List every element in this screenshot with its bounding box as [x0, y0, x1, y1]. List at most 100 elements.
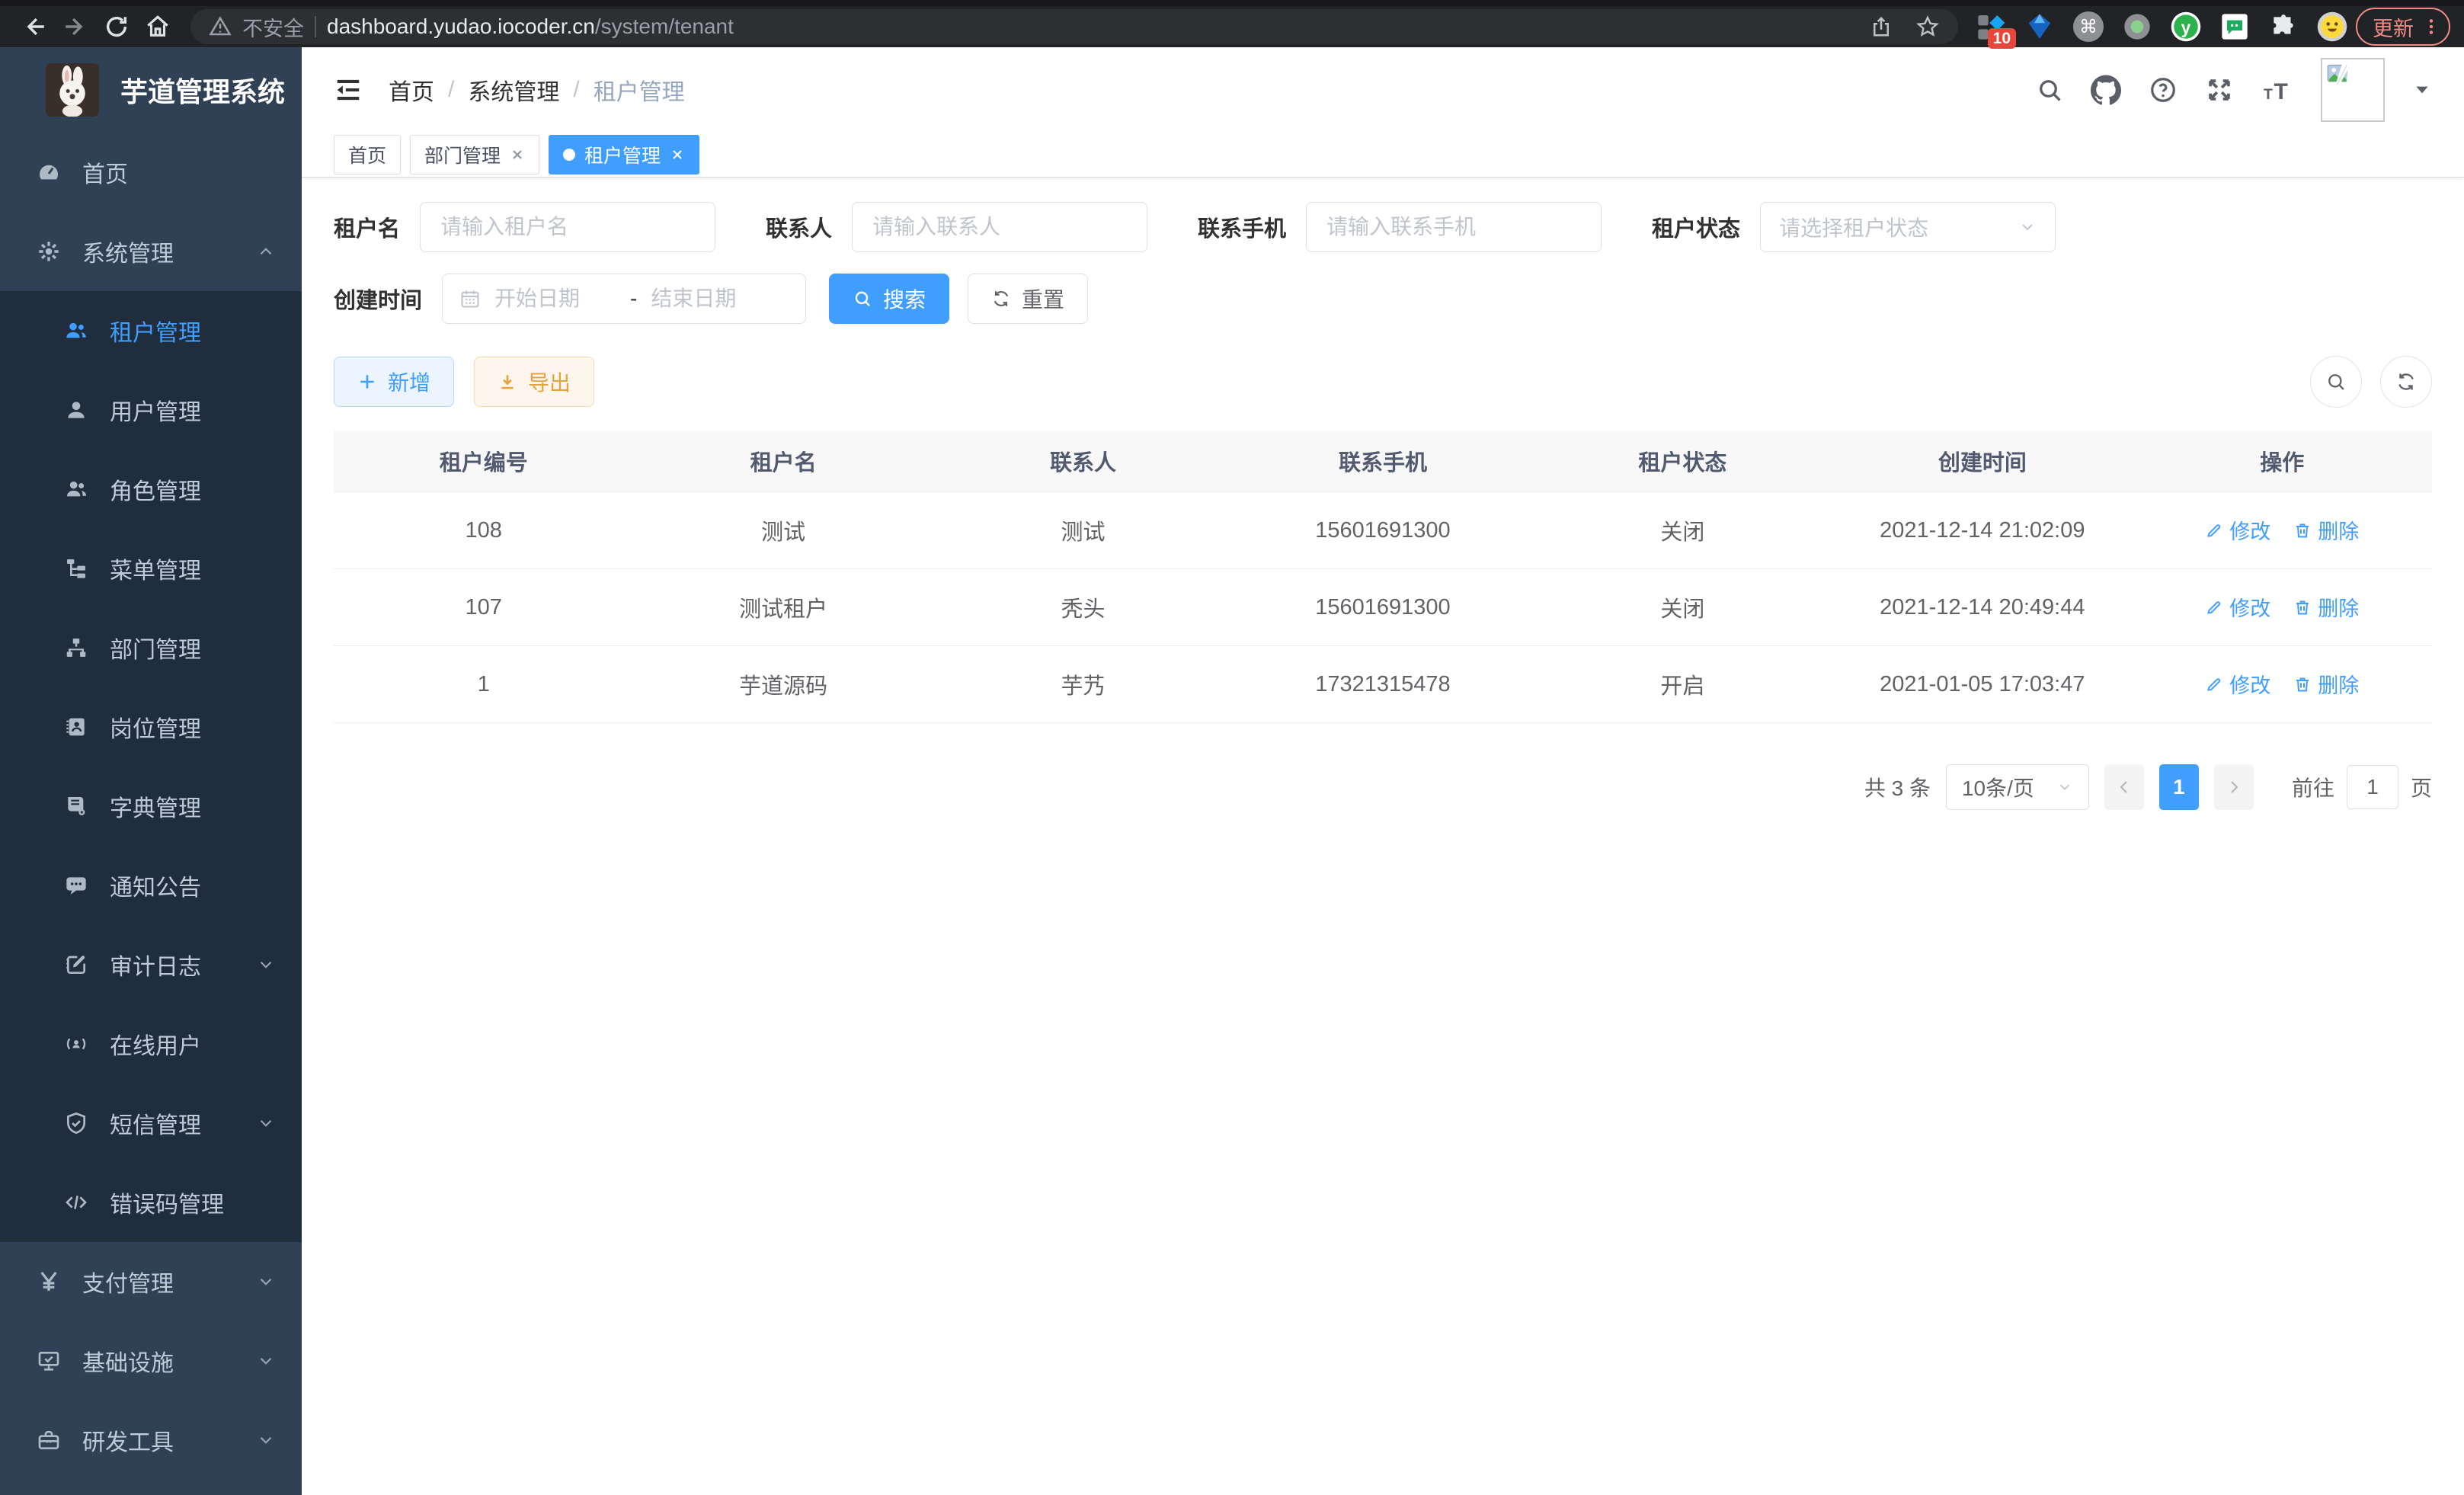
close-icon[interactable] — [670, 147, 685, 162]
start-date-input[interactable] — [493, 286, 618, 312]
sidebar-item-pay[interactable]: 支付管理 — [0, 1242, 302, 1321]
sidebar-item-audit-log[interactable]: 审计日志 — [0, 925, 302, 1004]
toggle-search-button[interactable] — [2310, 356, 2362, 408]
sidebar-item-dict[interactable]: 字典管理 — [0, 767, 302, 846]
date-range-picker[interactable]: - — [442, 274, 806, 324]
page-size-select[interactable]: 10条/页 — [1946, 764, 2089, 810]
kebab-menu-icon[interactable] — [2421, 17, 2441, 37]
next-page-button[interactable] — [2214, 764, 2254, 810]
table-toolbar: 新增 导出 — [334, 356, 2432, 408]
add-button[interactable]: 新增 — [334, 357, 454, 407]
edit-link[interactable]: 修改 — [2205, 515, 2270, 545]
github-icon[interactable] — [2091, 75, 2121, 105]
chevron-down-icon — [256, 1351, 276, 1371]
font-size-icon[interactable]: TT — [2261, 75, 2293, 104]
edit-link[interactable]: 修改 — [2205, 669, 2270, 699]
sidebar-item-sms[interactable]: 短信管理 — [0, 1084, 302, 1163]
command-extension-icon[interactable]: ⌘ — [2072, 11, 2104, 43]
col-actions: 操作 — [2133, 431, 2432, 492]
extensions-puzzle-icon[interactable] — [2267, 11, 2299, 43]
sidebar-item-home[interactable]: 首页 — [0, 133, 302, 212]
sidebar-item-label: 在线用户 — [110, 1027, 201, 1061]
sidebar-item-label: 研发工具 — [82, 1423, 174, 1457]
sidebar-item-notice[interactable]: 通知公告 — [0, 846, 302, 925]
breadcrumb-home[interactable]: 首页 — [389, 73, 434, 107]
cell-tenant-id: 107 — [334, 569, 633, 646]
profile-avatar-icon[interactable] — [2316, 11, 2348, 43]
mobile-input[interactable] — [1306, 202, 1602, 252]
main-area: 首页 / 系统管理 / 租户管理 TT — [302, 47, 2464, 1495]
tenant-name-input[interactable] — [420, 202, 715, 252]
goto-page-input[interactable] — [2347, 765, 2398, 809]
edit-link[interactable]: 修改 — [2205, 592, 2270, 622]
sidebar-item-dept[interactable]: 部门管理 — [0, 608, 302, 687]
tag-tenant-active[interactable]: 租户管理 — [549, 135, 699, 174]
sidebar-item-infra[interactable]: 基础设施 — [0, 1321, 302, 1401]
status-select[interactable]: 请选择租户状态 — [1760, 202, 2056, 252]
balloon-extension-icon[interactable] — [2024, 11, 2056, 43]
header-search-icon[interactable] — [2036, 76, 2063, 104]
sidebar-item-system[interactable]: 系统管理 — [0, 212, 302, 291]
refresh-icon — [991, 289, 1011, 309]
breadcrumb-system[interactable]: 系统管理 — [468, 73, 559, 107]
cell-status: 开启 — [1533, 646, 1832, 723]
tag-label: 首页 — [348, 141, 386, 168]
top-bar: 首页 / 系统管理 / 租户管理 TT — [302, 47, 2464, 133]
sidebar-item-post[interactable]: 岗位管理 — [0, 687, 302, 767]
security-warning-icon[interactable] — [209, 15, 232, 38]
tabs-extension-icon[interactable]: 10 — [1975, 11, 2007, 43]
tags-view-bar: 首页 部门管理 租户管理 — [302, 133, 2464, 178]
cell-mobile: 17321315478 — [1233, 646, 1532, 723]
delete-link[interactable]: 删除 — [2293, 669, 2359, 699]
command-glyph: ⌘ — [2073, 11, 2104, 42]
svg-text:y: y — [2181, 18, 2191, 37]
badge-icon — [61, 715, 91, 739]
chevron-up-icon — [256, 242, 276, 261]
sidebar-item-role[interactable]: 角色管理 — [0, 450, 302, 529]
forward-icon[interactable] — [55, 9, 96, 44]
back-icon[interactable] — [14, 9, 55, 44]
help-icon[interactable] — [2149, 75, 2178, 104]
bookmark-star-icon[interactable] — [1915, 14, 1940, 39]
pagination: 共 3 条 10条/页 1 前往 页 — [334, 764, 2432, 810]
contact-input[interactable] — [852, 202, 1147, 252]
app-logo-row[interactable]: 芋道管理系统 — [0, 47, 302, 133]
status-dot-extension-icon[interactable] — [2121, 11, 2153, 43]
sidebar-collapse-icon[interactable] — [334, 75, 363, 104]
org-tree-icon — [61, 635, 91, 660]
cell-created: 2021-12-14 20:49:44 — [1832, 569, 2132, 646]
refresh-table-button[interactable] — [2380, 356, 2432, 408]
breadcrumb-separator: / — [448, 77, 454, 103]
reload-icon[interactable] — [96, 9, 137, 44]
avatar-caret-icon[interactable] — [2412, 80, 2432, 100]
export-button[interactable]: 导出 — [474, 357, 594, 407]
chat-extension-icon[interactable] — [2219, 11, 2251, 43]
delete-link[interactable]: 删除 — [2293, 515, 2359, 545]
sidebar-item-user[interactable]: 用户管理 — [0, 370, 302, 450]
sidebar-item-devtools[interactable]: 研发工具 — [0, 1401, 302, 1480]
tag-label: 租户管理 — [584, 141, 661, 168]
sidebar-item-online-users[interactable]: 在线用户 — [0, 1004, 302, 1084]
home-icon[interactable] — [137, 9, 178, 44]
col-created: 创建时间 — [1832, 431, 2132, 492]
tag-dept[interactable]: 部门管理 — [410, 135, 539, 174]
reset-button[interactable]: 重置 — [968, 274, 1088, 324]
fullscreen-icon[interactable] — [2205, 75, 2234, 104]
chrome-update-button[interactable]: 更新 — [2356, 8, 2450, 46]
sidebar-item-error-code[interactable]: 错误码管理 — [0, 1163, 302, 1242]
close-icon[interactable] — [510, 147, 525, 162]
address-bar[interactable]: 不安全 dashboard.yudao.iocoder.cn/system/te… — [190, 9, 1958, 44]
download-icon — [498, 372, 517, 392]
sidebar-item-menu[interactable]: 菜单管理 — [0, 529, 302, 608]
end-date-input[interactable] — [649, 286, 774, 312]
delete-link[interactable]: 删除 — [2293, 592, 2359, 622]
search-button[interactable]: 搜索 — [829, 274, 949, 324]
user-avatar-broken-image[interactable] — [2321, 58, 2385, 122]
yudao-extension-icon[interactable]: y — [2170, 11, 2202, 43]
tag-home[interactable]: 首页 — [334, 135, 401, 174]
share-icon[interactable] — [1870, 15, 1893, 38]
prev-page-button[interactable] — [2104, 764, 2144, 810]
sidebar-item-tenant[interactable]: 租户管理 — [0, 291, 302, 370]
col-tenant-name: 租户名 — [633, 431, 933, 492]
page-1-button[interactable]: 1 — [2159, 764, 2199, 810]
